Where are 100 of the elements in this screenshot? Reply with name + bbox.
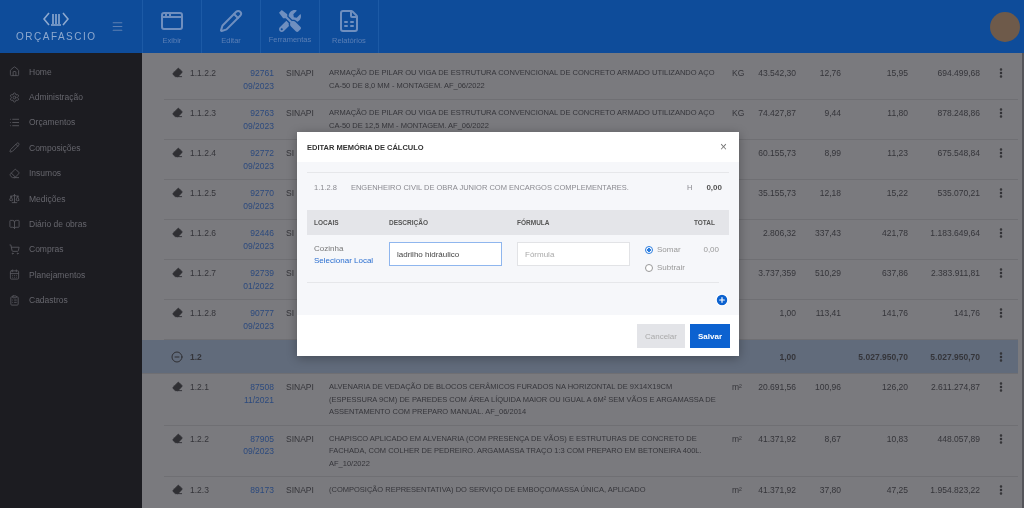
total-text: 1.954.823,22 bbox=[929, 484, 981, 497]
eraser-icon[interactable] bbox=[171, 67, 183, 78]
pencil-icon bbox=[219, 8, 243, 33]
sidebar-item[interactable]: Cadastros bbox=[0, 287, 142, 313]
unit-text: KG bbox=[731, 67, 746, 80]
operation-radio[interactable]: Somar bbox=[645, 245, 685, 254]
home-icon bbox=[9, 66, 20, 78]
quantity-text: 20.691,56 bbox=[757, 381, 797, 394]
price-bdi-text: 5.027.950,70 bbox=[857, 350, 909, 364]
price-bdi-text: 15,95 bbox=[885, 67, 909, 80]
sidebar-item[interactable]: Composições bbox=[0, 135, 142, 161]
formula-field[interactable]: Fórmula bbox=[517, 242, 630, 266]
close-button[interactable]: × bbox=[718, 140, 729, 154]
eraser-icon[interactable] bbox=[171, 267, 183, 278]
book-icon bbox=[9, 218, 20, 230]
total-text: 448.057,89 bbox=[936, 432, 981, 445]
price-text: 337,43 bbox=[814, 227, 842, 240]
source-text: SINAPI bbox=[285, 67, 315, 80]
price-text: 8,99 bbox=[823, 147, 842, 160]
price-bdi-text: 10,83 bbox=[885, 432, 909, 445]
price-bdi-text: 11,80 bbox=[886, 107, 909, 120]
eraser-icon[interactable] bbox=[171, 147, 183, 158]
local-name: Cozinha bbox=[314, 244, 345, 253]
total-text: 5.027.950,70 bbox=[929, 350, 981, 364]
price-text: 510,29 bbox=[814, 267, 842, 280]
gears-icon bbox=[9, 91, 20, 103]
source-text: SINAPI bbox=[285, 107, 315, 120]
sidebar-item[interactable]: Home bbox=[0, 59, 142, 85]
logo-icon bbox=[43, 11, 70, 27]
pencil-icon bbox=[9, 142, 20, 154]
spreadsheet-icon bbox=[337, 8, 361, 33]
sidebar-item[interactable]: Medições bbox=[0, 185, 142, 212]
price-bdi-text: 141,76 bbox=[881, 307, 909, 320]
sidebar-item[interactable]: Insumos bbox=[0, 160, 142, 186]
item-number: 1.2.2 bbox=[190, 432, 210, 445]
total-text: 141,76 bbox=[953, 307, 981, 320]
composition-code-link[interactable]: 87905 09/2023 bbox=[239, 432, 274, 458]
list-icon bbox=[9, 116, 20, 128]
save-button[interactable]: Salvar bbox=[689, 324, 730, 348]
sidebar-item[interactable]: Diário de obras bbox=[0, 211, 142, 237]
quantity-text: 2.806,32 bbox=[761, 227, 797, 240]
total-text: 675.548,84 bbox=[936, 147, 981, 160]
eraser-icon[interactable] bbox=[171, 187, 183, 198]
operation-radio[interactable]: Subtrair bbox=[645, 263, 685, 272]
add-icon[interactable] bbox=[715, 293, 729, 307]
total-text: 1.183.649,64 bbox=[929, 227, 981, 240]
sidebar-item[interactable]: Orçamentos bbox=[0, 109, 142, 136]
unit-text: m² bbox=[731, 484, 743, 497]
composition-code-link[interactable]: 92763 09/2023 bbox=[239, 107, 274, 132]
price-bdi-text: 421,78 bbox=[881, 227, 909, 240]
composition-code-link[interactable]: 90777 09/2023 bbox=[239, 307, 274, 332]
total-text: 878.248,86 bbox=[936, 107, 981, 120]
total-text: 694.499,68 bbox=[936, 67, 981, 80]
quantity-text: 1,00 bbox=[778, 350, 797, 364]
sidebar-item[interactable]: Administração bbox=[0, 84, 142, 110]
total-text: 2.383.911,81 bbox=[930, 267, 981, 280]
unit-text: m² bbox=[731, 381, 743, 394]
price-text: 9,44 bbox=[823, 107, 842, 120]
eraser-icon[interactable] bbox=[171, 381, 183, 392]
price-bdi-text: 47,25 bbox=[885, 484, 909, 497]
composition-code-link[interactable]: 87508 11/2021 bbox=[239, 381, 274, 406]
tools-icon bbox=[279, 9, 301, 32]
composition-code-link[interactable]: 92446 09/2023 bbox=[239, 227, 274, 252]
item-number: 1.2.1 bbox=[190, 381, 210, 394]
eraser-icon[interactable] bbox=[171, 432, 183, 444]
logo-text: ORÇAFASCIO bbox=[16, 31, 97, 42]
eraser-icon[interactable] bbox=[171, 307, 183, 318]
total-text: 0,00 bbox=[706, 183, 722, 192]
composition-code-link[interactable]: 92739 01/2022 bbox=[239, 267, 274, 292]
eraser-icon bbox=[9, 167, 20, 179]
calendar-icon bbox=[9, 269, 20, 281]
eraser-icon[interactable] bbox=[171, 227, 183, 238]
item-number: 1.1.2.3 bbox=[190, 107, 217, 120]
item-number: 1.1.2.5 bbox=[190, 187, 217, 200]
composition-code-link[interactable]: 92770 09/2023 bbox=[239, 187, 274, 212]
composition-code-link[interactable]: 89173 bbox=[239, 484, 274, 497]
description-field[interactable]: ladrilho hidráulico bbox=[389, 242, 502, 266]
item-number: 1.2 bbox=[190, 350, 203, 364]
scale-icon bbox=[9, 193, 20, 205]
price-text: 100,96 bbox=[814, 381, 842, 394]
clipboard-icon bbox=[9, 294, 20, 306]
item-number: 1.2.3 bbox=[190, 484, 210, 497]
menu-icon[interactable] bbox=[110, 20, 124, 33]
quantity-text: 43.542,30 bbox=[757, 67, 797, 80]
unit-text: m² bbox=[731, 432, 743, 445]
composition-code-link[interactable]: 92772 09/2023 bbox=[239, 147, 274, 172]
item-number: 1.1.2.6 bbox=[190, 227, 217, 240]
eraser-icon[interactable] bbox=[171, 484, 183, 495]
eraser-icon[interactable] bbox=[171, 107, 183, 118]
source-text: SINAPI bbox=[285, 381, 315, 394]
composition-code-link[interactable]: 92761 09/2023 bbox=[239, 67, 274, 92]
sidebar-item[interactable]: Planejamentos bbox=[0, 262, 142, 288]
select-local-link[interactable]: Selecionar Local bbox=[314, 256, 389, 265]
sidebar-item[interactable]: Compras bbox=[0, 236, 142, 263]
price-text: 8,67 bbox=[823, 432, 842, 445]
cart-icon bbox=[9, 243, 20, 255]
collapse-icon[interactable] bbox=[171, 351, 183, 363]
total-text: 535.070,21 bbox=[936, 187, 981, 200]
price-bdi-text: 126,20 bbox=[881, 381, 909, 394]
quantity-text: 3.737,359 bbox=[757, 267, 797, 280]
